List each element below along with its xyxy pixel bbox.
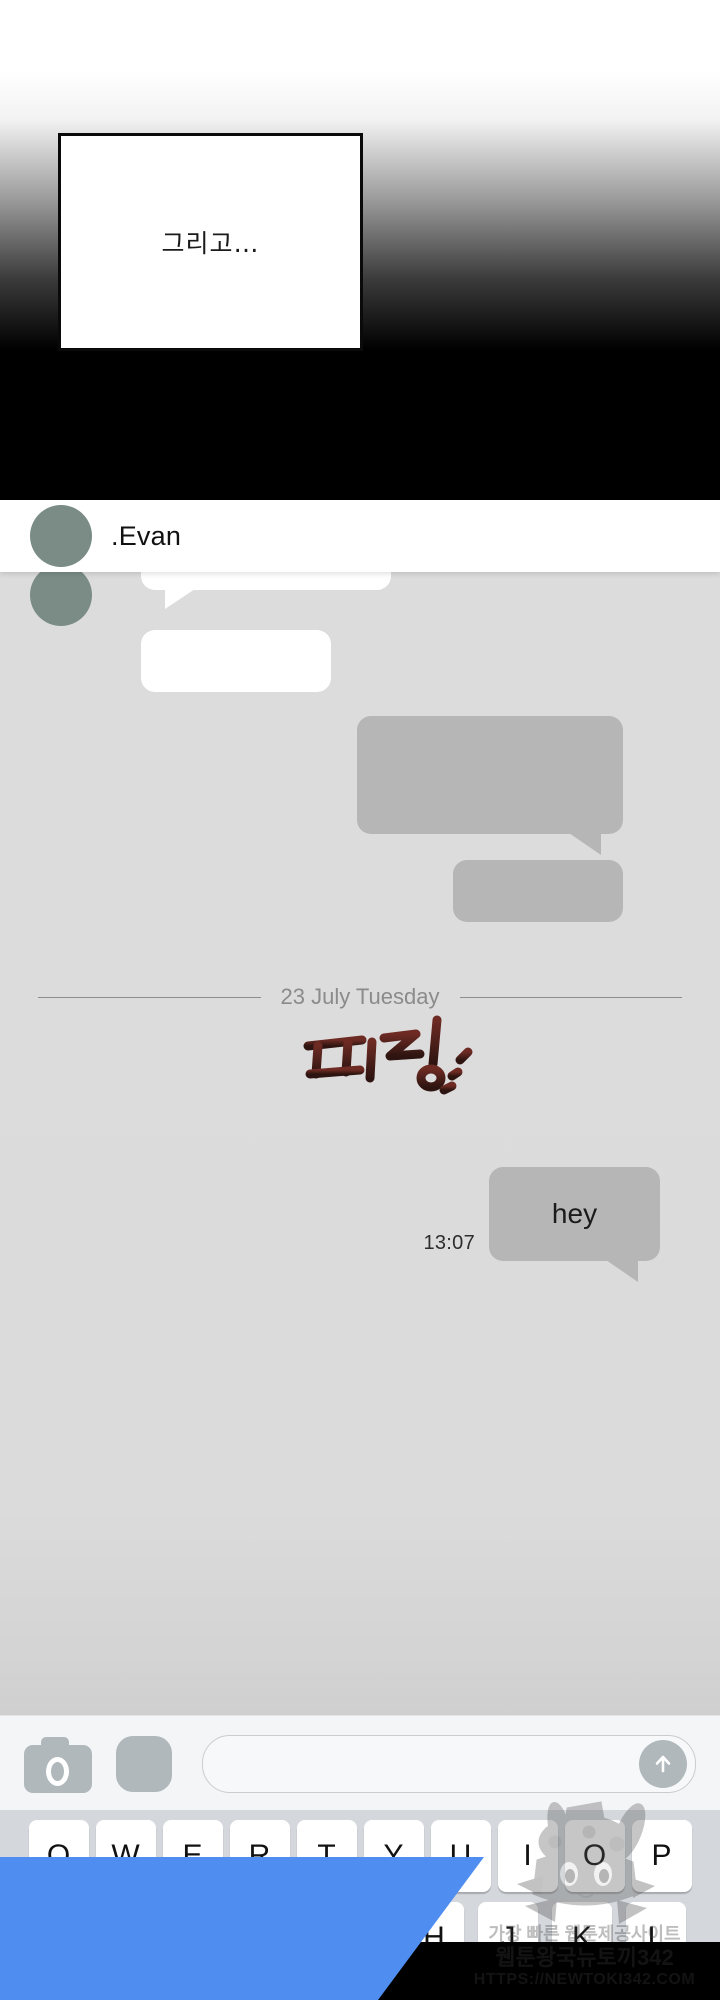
avatar (30, 564, 92, 626)
message-input-wrapper[interactable] (202, 1734, 696, 1793)
key-k[interactable]: K (552, 1902, 612, 1942)
divider-line-left (38, 996, 261, 998)
panel-gradient-background: 그리고… (0, 0, 720, 500)
divider-line-right (459, 996, 683, 998)
message-input[interactable] (203, 1735, 695, 1792)
message-bubble-outgoing[interactable] (453, 860, 623, 922)
message-text: hey (551, 1198, 598, 1229)
key-i[interactable]: I (497, 1820, 558, 1892)
chat-header: .Evan (0, 500, 720, 572)
message-input-bar (0, 1715, 720, 1811)
caption-box: 그리고… (58, 133, 363, 351)
caption-text: 그리고… (161, 229, 260, 258)
message-timestamp: 13:07 (423, 1232, 475, 1254)
message-bubble-outgoing[interactable]: hey (489, 1167, 660, 1282)
camera-icon-lens (46, 1756, 69, 1786)
camera-icon[interactable] (24, 1735, 92, 1793)
send-button[interactable] (639, 1739, 687, 1788)
sound-effect-tiring (300, 1012, 490, 1102)
comic-page: 그리고… .Evan 23 July Tuesday 13:07 hey Q W… (0, 0, 720, 2000)
chat-message-list: 23 July Tuesday 13:07 hey (0, 548, 720, 1715)
chat-screenshot: .Evan 23 July Tuesday 13:07 hey (0, 500, 720, 1715)
key-l[interactable]: L (626, 1902, 686, 1942)
contact-name: .Evan (111, 520, 182, 551)
attachment-icon[interactable] (116, 1735, 172, 1792)
avatar (30, 505, 92, 567)
message-bubble-outgoing[interactable] (357, 716, 623, 855)
date-divider: 23 July Tuesday (0, 984, 720, 1009)
key-o[interactable]: O (564, 1820, 625, 1892)
key-p[interactable]: P (631, 1820, 692, 1892)
key-j[interactable]: J (478, 1902, 538, 1942)
message-bubble-incoming[interactable] (141, 630, 331, 692)
date-divider-label: 23 July Tuesday (280, 984, 440, 1009)
